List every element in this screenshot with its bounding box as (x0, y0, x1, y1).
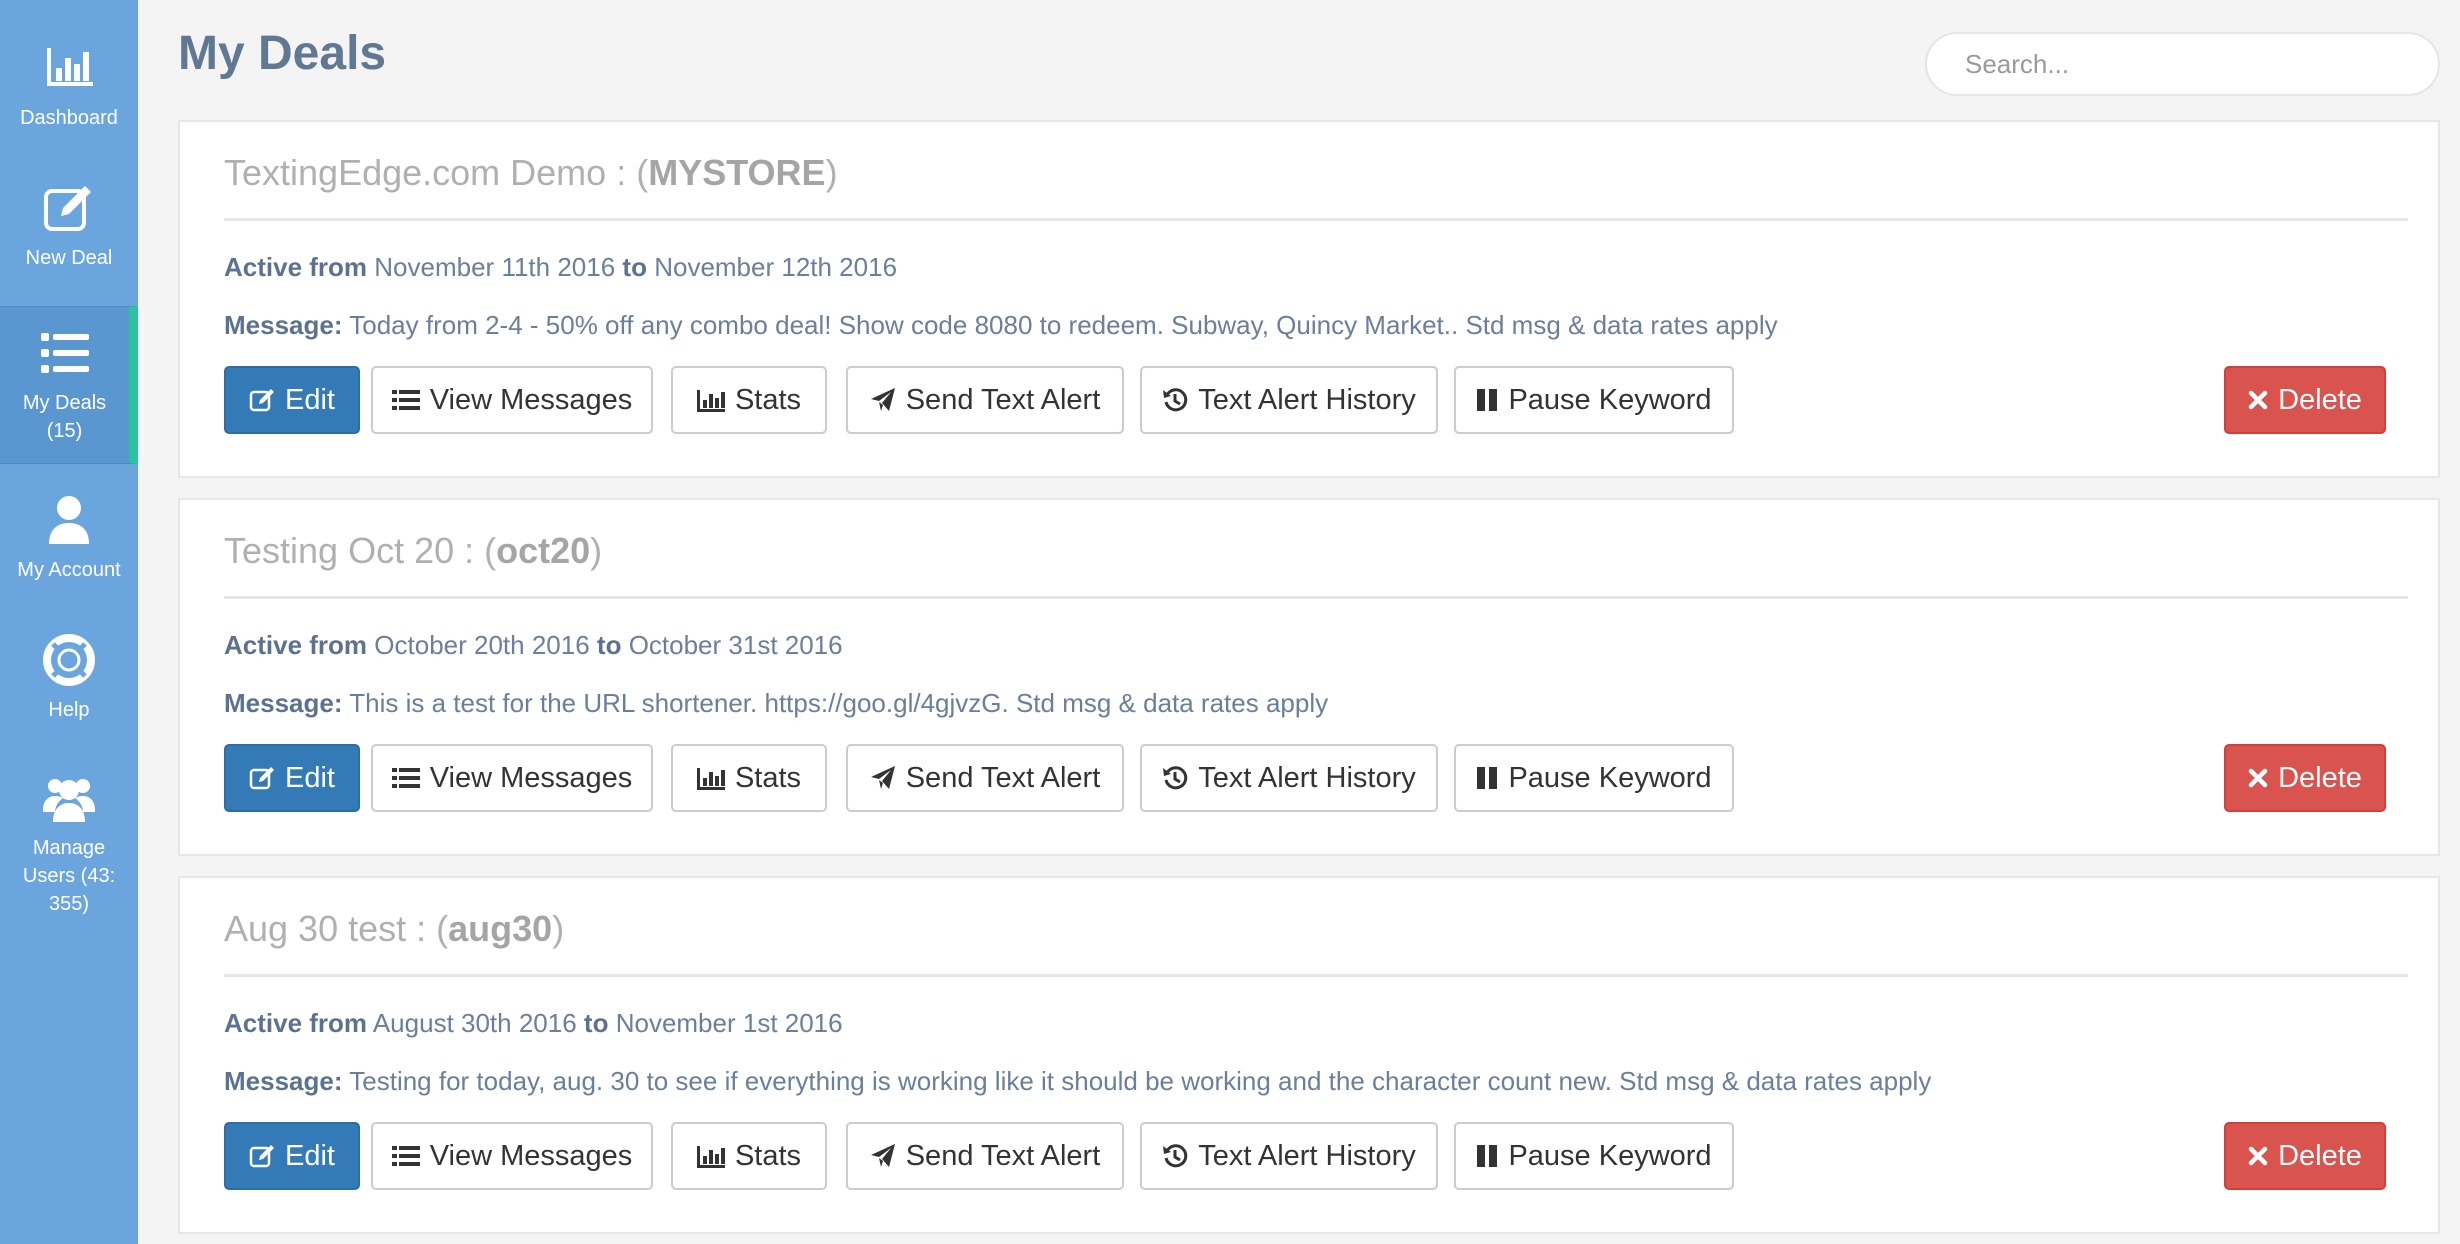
send-text-alert-button[interactable]: Send Text Alert (846, 366, 1124, 434)
edit-button[interactable]: Edit (224, 1122, 360, 1190)
sidebar-item-my-deals[interactable]: My Deals (15) (0, 306, 138, 464)
pause-icon (1477, 1145, 1498, 1167)
sidebar-item-manage-users[interactable]: Manage Users (43: 355) (0, 770, 138, 918)
deal-active-range: Active from October 20th 2016 to October… (224, 630, 843, 660)
history-icon (1163, 766, 1188, 790)
list-icon (391, 390, 420, 410)
sidebar-item-new-deal[interactable]: New Deal (0, 180, 138, 272)
edit-icon (44, 186, 91, 231)
page-title: My Deals (178, 27, 387, 80)
edit-button[interactable]: Edit (224, 744, 360, 812)
lifebuoy-icon (43, 634, 95, 686)
edit-icon (249, 1145, 274, 1168)
sidebar: Dashboard New Deal My Deals (15) My Acco… (0, 0, 138, 1244)
bar-chart-icon (696, 768, 725, 790)
deal-card: TextingEdge.com Demo : (MYSTORE) Active … (178, 120, 2440, 478)
deal-keyword: oct20 (496, 530, 591, 571)
text-alert-history-button[interactable]: Text Alert History (1140, 744, 1438, 812)
deal-keyword: MYSTORE (648, 152, 826, 193)
sidebar-item-label: New Deal (25, 247, 113, 269)
deal-card: Testing Oct 20 : (oct20) Active from Oct… (178, 498, 2440, 856)
close-icon (2248, 1146, 2268, 1166)
pause-keyword-button[interactable]: Pause Keyword (1454, 366, 1734, 434)
paper-plane-icon (870, 766, 895, 789)
pause-keyword-button[interactable]: Pause Keyword (1454, 744, 1734, 812)
divider (224, 596, 2408, 599)
sidebar-item-label: My Deals (15) (22, 392, 107, 442)
delete-button[interactable]: Delete (2224, 744, 2386, 812)
text-alert-history-button[interactable]: Text Alert History (1140, 366, 1438, 434)
deal-message: Message: Today from 2-4 - 50% off any co… (224, 310, 1778, 340)
bar-chart-icon (47, 48, 93, 86)
search-input[interactable] (1925, 32, 2440, 96)
pause-icon (1477, 767, 1498, 789)
sidebar-item-label: Dashboard (20, 107, 118, 129)
list-icon (40, 333, 89, 373)
stats-button[interactable]: Stats (671, 744, 827, 812)
stats-button[interactable]: Stats (671, 366, 827, 434)
deal-card: Aug 30 test : (aug30) Active from August… (178, 876, 2440, 1234)
send-text-alert-button[interactable]: Send Text Alert (846, 1122, 1124, 1190)
paper-plane-icon (870, 388, 895, 411)
history-icon (1163, 1144, 1188, 1168)
view-messages-button[interactable]: View Messages (371, 1122, 653, 1190)
sidebar-item-dashboard[interactable]: Dashboard (0, 40, 138, 132)
edit-icon (249, 389, 274, 412)
bar-chart-icon (696, 390, 725, 412)
users-icon (43, 779, 95, 822)
deal-title: Aug 30 test : (aug30) (224, 908, 565, 949)
deal-title: Testing Oct 20 : (oct20) (224, 530, 603, 571)
sidebar-item-label: Help (48, 699, 90, 721)
user-icon (49, 496, 89, 544)
text-alert-history-button[interactable]: Text Alert History (1140, 1122, 1438, 1190)
sidebar-item-my-account[interactable]: My Account (0, 492, 138, 584)
view-messages-button[interactable]: View Messages (371, 366, 653, 434)
deal-active-range: Active from August 30th 2016 to November… (224, 1008, 843, 1038)
stats-button[interactable]: Stats (671, 1122, 827, 1190)
pause-keyword-button[interactable]: Pause Keyword (1454, 1122, 1734, 1190)
deal-keyword: aug30 (448, 908, 553, 949)
deal-active-range: Active from November 11th 2016 to Novemb… (224, 252, 898, 282)
history-icon (1163, 388, 1188, 412)
deal-title: TextingEdge.com Demo : (MYSTORE) (224, 152, 838, 193)
bar-chart-icon (696, 1146, 725, 1168)
close-icon (2248, 768, 2268, 788)
divider (224, 974, 2408, 977)
list-icon (391, 768, 420, 788)
send-text-alert-button[interactable]: Send Text Alert (846, 744, 1124, 812)
paper-plane-icon (870, 1144, 895, 1167)
list-icon (391, 1146, 420, 1166)
close-icon (2248, 390, 2268, 410)
edit-button[interactable]: Edit (224, 366, 360, 434)
deal-message: Message: This is a test for the URL shor… (224, 688, 1329, 718)
sidebar-item-label: Manage Users (43: 355) (22, 837, 116, 915)
deal-message: Message: Testing for today, aug. 30 to s… (224, 1066, 1932, 1096)
delete-button[interactable]: Delete (2224, 1122, 2386, 1190)
sidebar-item-label: My Account (17, 559, 121, 581)
sidebar-item-help[interactable]: Help (0, 632, 138, 724)
pause-icon (1477, 389, 1498, 411)
edit-icon (249, 767, 274, 790)
divider (224, 218, 2408, 221)
view-messages-button[interactable]: View Messages (371, 744, 653, 812)
delete-button[interactable]: Delete (2224, 366, 2386, 434)
